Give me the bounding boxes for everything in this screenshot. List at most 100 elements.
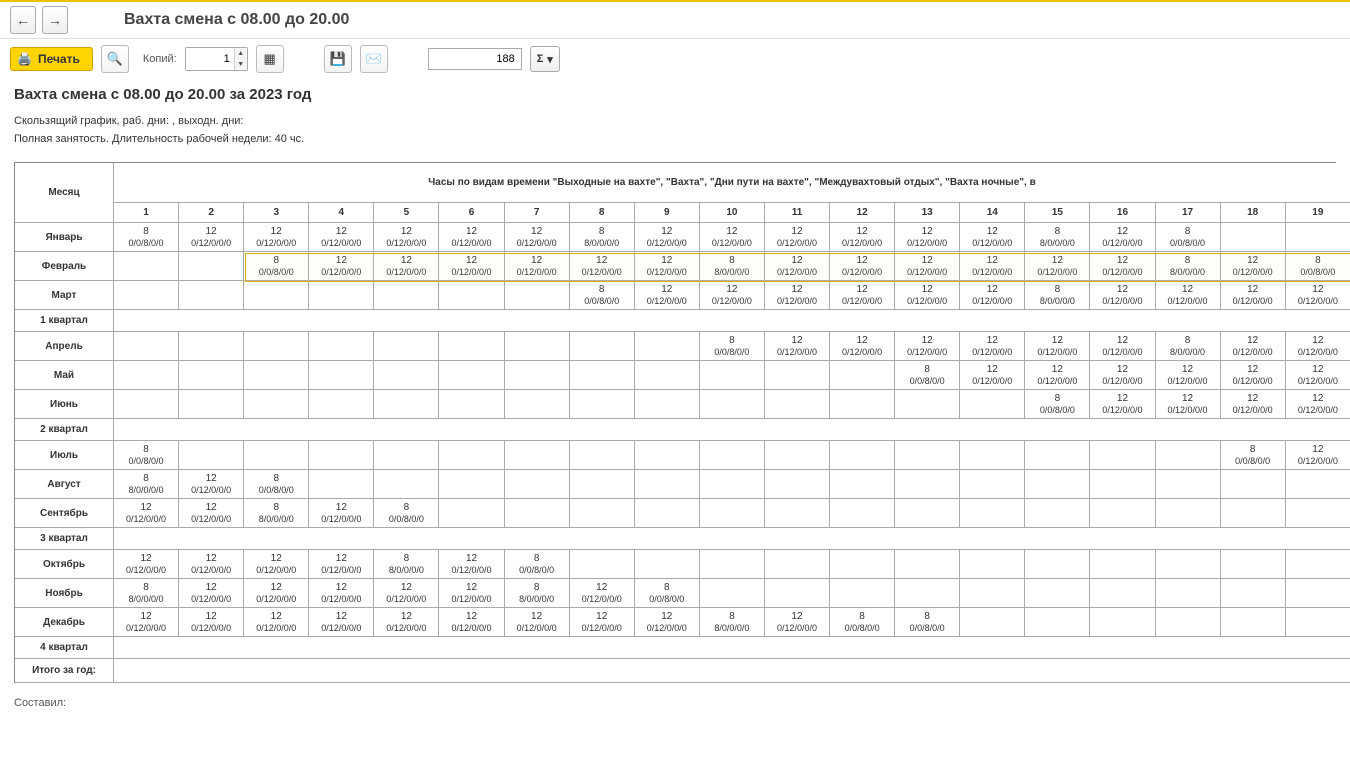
schedule-cell[interactable] — [439, 361, 504, 390]
schedule-cell[interactable]: 88/0/0/0/0 — [114, 579, 179, 608]
schedule-cell[interactable] — [374, 441, 439, 470]
schedule-cell[interactable] — [179, 281, 244, 310]
schedule-cell[interactable] — [504, 332, 569, 361]
schedule-cell[interactable] — [960, 579, 1025, 608]
preview-button[interactable]: 🔍 — [101, 45, 129, 73]
schedule-cell[interactable] — [114, 361, 179, 390]
schedule-cell[interactable]: 120/12/0/0/0 — [179, 550, 244, 579]
schedule-cell[interactable] — [569, 441, 634, 470]
schedule-cell[interactable] — [1285, 499, 1350, 528]
schedule-cell[interactable]: 120/12/0/0/0 — [1285, 390, 1350, 419]
schedule-cell[interactable] — [1090, 579, 1155, 608]
schedule-cell[interactable]: 120/12/0/0/0 — [114, 608, 179, 637]
schedule-cell[interactable]: 120/12/0/0/0 — [1090, 361, 1155, 390]
schedule-cell[interactable] — [504, 441, 569, 470]
schedule-cell[interactable]: 120/12/0/0/0 — [764, 223, 829, 252]
schedule-cell[interactable]: 120/12/0/0/0 — [1285, 332, 1350, 361]
schedule-cell[interactable] — [830, 499, 895, 528]
schedule-cell[interactable]: 80/0/8/0/0 — [569, 281, 634, 310]
schedule-cell[interactable] — [1285, 579, 1350, 608]
schedule-cell[interactable]: 120/12/0/0/0 — [439, 252, 504, 281]
schedule-cell[interactable] — [1090, 499, 1155, 528]
schedule-cell[interactable]: 120/12/0/0/0 — [764, 281, 829, 310]
schedule-cell[interactable]: 80/0/8/0/0 — [1155, 223, 1220, 252]
schedule-cell[interactable]: 120/12/0/0/0 — [569, 252, 634, 281]
schedule-cell[interactable] — [439, 499, 504, 528]
schedule-cell[interactable] — [244, 281, 309, 310]
schedule-cell[interactable]: 120/12/0/0/0 — [439, 608, 504, 637]
schedule-cell[interactable] — [1155, 608, 1220, 637]
schedule-cell[interactable] — [895, 470, 960, 499]
schedule-cell[interactable]: 120/12/0/0/0 — [1285, 281, 1350, 310]
schedule-cell[interactable] — [830, 550, 895, 579]
schedule-cell[interactable] — [634, 390, 699, 419]
schedule-cell[interactable]: 80/0/8/0/0 — [895, 361, 960, 390]
schedule-cell[interactable] — [960, 499, 1025, 528]
schedule-cell[interactable]: 120/12/0/0/0 — [1220, 361, 1285, 390]
schedule-cell[interactable] — [1220, 550, 1285, 579]
schedule-cell[interactable]: 120/12/0/0/0 — [244, 223, 309, 252]
schedule-cell[interactable] — [179, 332, 244, 361]
schedule-cell[interactable] — [830, 441, 895, 470]
schedule-cell[interactable]: 80/0/8/0/0 — [699, 332, 764, 361]
schedule-cell[interactable]: 120/12/0/0/0 — [895, 281, 960, 310]
schedule-cell[interactable] — [634, 470, 699, 499]
schedule-cell[interactable]: 88/0/0/0/0 — [1025, 223, 1090, 252]
schedule-cell[interactable]: 80/0/8/0/0 — [244, 252, 309, 281]
schedule-cell[interactable] — [764, 579, 829, 608]
schedule-cell[interactable]: 120/12/0/0/0 — [179, 499, 244, 528]
schedule-cell[interactable]: 88/0/0/0/0 — [374, 550, 439, 579]
schedule-cell[interactable]: 120/12/0/0/0 — [634, 281, 699, 310]
schedule-cell[interactable]: 88/0/0/0/0 — [504, 579, 569, 608]
schedule-cell[interactable]: 120/12/0/0/0 — [244, 608, 309, 637]
print-button[interactable]: 🖨️ Печать — [10, 47, 93, 71]
schedule-cell[interactable] — [1090, 550, 1155, 579]
sum-button[interactable]: Σ ▾ — [530, 46, 560, 72]
schedule-cell[interactable] — [699, 579, 764, 608]
schedule-cell[interactable] — [699, 550, 764, 579]
schedule-cell[interactable]: 120/12/0/0/0 — [1155, 281, 1220, 310]
schedule-cell[interactable] — [1285, 223, 1350, 252]
schedule-cell[interactable]: 120/12/0/0/0 — [569, 608, 634, 637]
schedule-cell[interactable] — [830, 390, 895, 419]
schedule-cell[interactable] — [1155, 579, 1220, 608]
schedule-cell[interactable] — [960, 608, 1025, 637]
schedule-cell[interactable]: 120/12/0/0/0 — [634, 608, 699, 637]
schedule-cell[interactable]: 88/0/0/0/0 — [569, 223, 634, 252]
schedule-cell[interactable] — [960, 550, 1025, 579]
schedule-cell[interactable]: 120/12/0/0/0 — [1155, 390, 1220, 419]
schedule-cell[interactable]: 88/0/0/0/0 — [699, 608, 764, 637]
schedule-cell[interactable]: 80/0/8/0/0 — [1025, 390, 1090, 419]
schedule-cell[interactable]: 120/12/0/0/0 — [1090, 332, 1155, 361]
schedule-cell[interactable]: 120/12/0/0/0 — [960, 361, 1025, 390]
schedule-cell[interactable] — [895, 579, 960, 608]
schedule-cell[interactable] — [504, 281, 569, 310]
schedule-cell[interactable]: 80/0/8/0/0 — [1285, 252, 1350, 281]
schedule-cell[interactable] — [764, 470, 829, 499]
schedule-cell[interactable]: 88/0/0/0/0 — [1155, 252, 1220, 281]
schedule-cell[interactable]: 120/12/0/0/0 — [309, 550, 374, 579]
schedule-cell[interactable] — [1220, 499, 1285, 528]
schedule-cell[interactable]: 120/12/0/0/0 — [699, 223, 764, 252]
schedule-cell[interactable] — [1155, 441, 1220, 470]
schedule-cell[interactable]: 120/12/0/0/0 — [895, 223, 960, 252]
schedule-cell[interactable] — [895, 390, 960, 419]
schedule-cell[interactable]: 120/12/0/0/0 — [634, 223, 699, 252]
schedule-cell[interactable]: 120/12/0/0/0 — [1090, 281, 1155, 310]
schedule-cell[interactable]: 120/12/0/0/0 — [114, 550, 179, 579]
schedule-cell[interactable] — [114, 252, 179, 281]
schedule-cell[interactable]: 120/12/0/0/0 — [374, 579, 439, 608]
schedule-cell[interactable]: 120/12/0/0/0 — [1285, 441, 1350, 470]
schedule-cell[interactable]: 80/0/8/0/0 — [374, 499, 439, 528]
schedule-cell[interactable] — [960, 441, 1025, 470]
page-input[interactable] — [428, 48, 522, 70]
forward-button[interactable]: → — [42, 6, 68, 34]
schedule-cell[interactable]: 120/12/0/0/0 — [374, 608, 439, 637]
schedule-cell[interactable] — [1155, 499, 1220, 528]
schedule-cell[interactable]: 80/0/8/0/0 — [244, 470, 309, 499]
schedule-cell[interactable] — [569, 361, 634, 390]
schedule-cell[interactable]: 120/12/0/0/0 — [1025, 361, 1090, 390]
schedule-cell[interactable] — [1220, 223, 1285, 252]
schedule-cell[interactable]: 120/12/0/0/0 — [504, 252, 569, 281]
schedule-cell[interactable]: 80/0/8/0/0 — [634, 579, 699, 608]
